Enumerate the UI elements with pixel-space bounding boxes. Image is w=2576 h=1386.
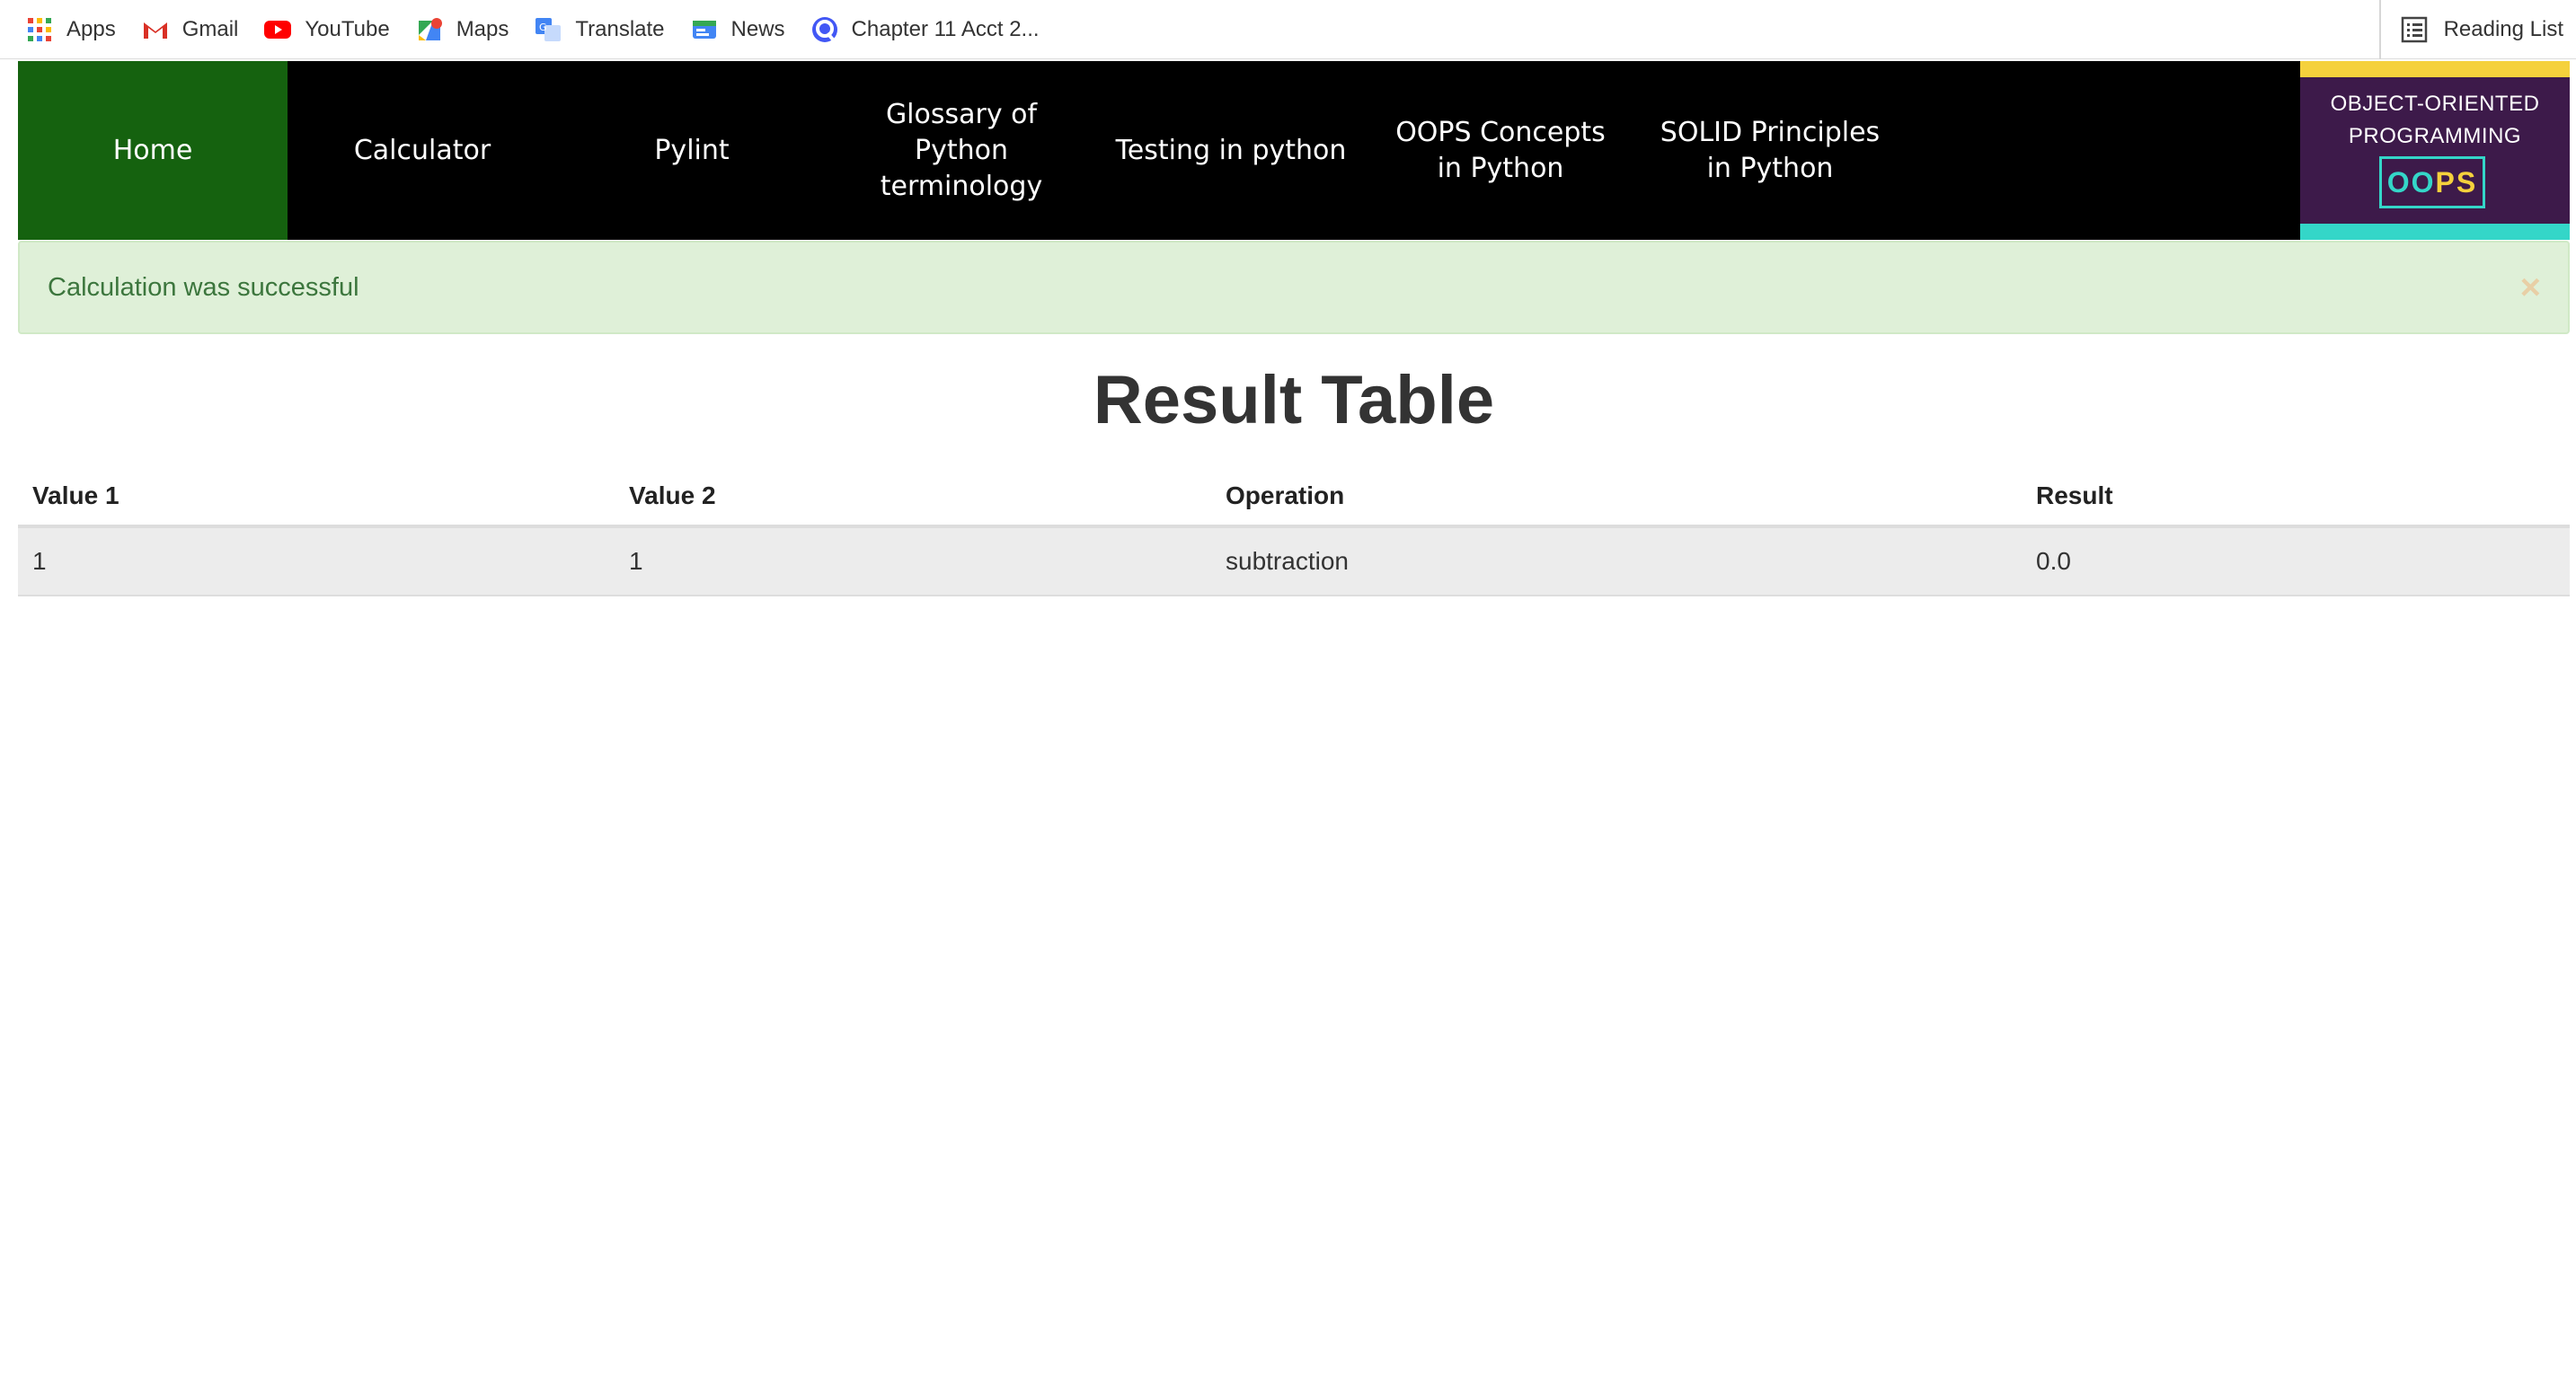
nav-item-pylint[interactable]: Pylint <box>557 61 827 240</box>
bookmarks-bar: Apps Gmail YouTube Maps G Translate News… <box>0 0 2576 59</box>
bookmark-translate[interactable]: G Translate <box>534 0 665 59</box>
bookmark-youtube[interactable]: YouTube <box>263 0 390 59</box>
reading-list-label: Reading List <box>2443 17 2563 41</box>
gmail-icon <box>143 22 167 39</box>
nav-item-calculator[interactable]: Calculator <box>288 61 557 240</box>
nav-item-label: Home <box>112 134 193 166</box>
quizlet-icon <box>811 16 837 42</box>
table-row: 1 1 subtraction 0.0 <box>18 526 2570 596</box>
column-header-result: Result <box>2022 467 2570 528</box>
column-header-operation: Operation <box>1211 467 2022 528</box>
table-header-row: Value 1 Value 2 Operation Result <box>18 467 2570 528</box>
cell-result: 0.0 <box>2022 526 2570 596</box>
reading-list-icon <box>2401 16 2427 43</box>
bookmark-label: Chapter 11 Acct 2... <box>851 16 1040 41</box>
bookmark-label: Maps <box>456 16 509 41</box>
cell-value-1: 1 <box>18 526 615 596</box>
cell-operation: subtraction <box>1211 526 2022 596</box>
nav-item-label: OOPS Concepts in Python <box>1395 116 1606 184</box>
bookmark-label: Translate <box>575 16 665 41</box>
success-alert: Calculation was successful × <box>18 241 2570 334</box>
nav-item-label: Testing in python <box>1115 134 1347 166</box>
logo-badge-ps: PS <box>2435 165 2478 199</box>
page-title: Result Table <box>1093 362 1495 438</box>
maps-icon <box>418 17 442 40</box>
bookmark-apps[interactable]: Apps <box>25 0 116 59</box>
bookmark-label: Gmail <box>181 16 239 41</box>
main-nav: Home Calculator Pylint Glossary of Pytho… <box>18 61 2300 240</box>
bookmark-maps[interactable]: Maps <box>415 0 509 59</box>
nav-item-home[interactable]: Home <box>18 61 288 240</box>
bookmark-label: Apps <box>66 16 116 41</box>
column-header-value-2: Value 2 <box>615 467 1211 528</box>
nav-item-label: SOLID Principles in Python <box>1660 116 1881 184</box>
nav-item-label: Glossary of Python terminology <box>880 98 1043 202</box>
result-table: Value 1 Value 2 Operation Result 1 1 sub… <box>18 467 2570 596</box>
translate-icon: G <box>536 17 562 41</box>
bookmark-news[interactable]: News <box>690 0 785 59</box>
nav-item-label: Calculator <box>353 134 491 166</box>
logo-badge: OO PS <box>2379 156 2485 208</box>
apps-grid-icon <box>28 17 51 41</box>
nav-item-testing[interactable]: Testing in python <box>1096 61 1366 240</box>
logo-stripe-top <box>2300 61 2570 77</box>
logo-line-1: OBJECT-ORIENTED <box>2330 92 2540 116</box>
alert-message: Calculation was successful <box>48 272 359 302</box>
logo-badge-oo: OO <box>2386 165 2436 199</box>
logo-line-2: PROGRAMMING <box>2348 124 2522 148</box>
column-header-value-1: Value 1 <box>18 467 615 528</box>
bookmark-label: News <box>730 16 785 41</box>
nav-item-label: Pylint <box>654 134 730 166</box>
cell-value-2: 1 <box>615 526 1211 596</box>
nav-item-glossary[interactable]: Glossary of Python terminology <box>827 61 1096 240</box>
logo-stripe-bottom <box>2300 224 2570 240</box>
svg-text:G: G <box>539 22 547 33</box>
oops-logo: OBJECT-ORIENTED PROGRAMMING OO PS <box>2300 61 2570 240</box>
bookmark-chapter-11[interactable]: Chapter 11 Acct 2... <box>810 0 1040 59</box>
reading-list-button[interactable]: Reading List <box>2378 0 2563 59</box>
news-icon <box>692 20 716 39</box>
youtube-icon <box>264 20 292 39</box>
bookmark-label: YouTube <box>305 16 390 41</box>
nav-item-solid[interactable]: SOLID Principles in Python <box>1635 61 1905 240</box>
bookmark-gmail[interactable]: Gmail <box>141 0 239 59</box>
nav-item-oops[interactable]: OOPS Concepts in Python <box>1366 61 1635 240</box>
alert-close-button[interactable]: × <box>2520 266 2541 309</box>
